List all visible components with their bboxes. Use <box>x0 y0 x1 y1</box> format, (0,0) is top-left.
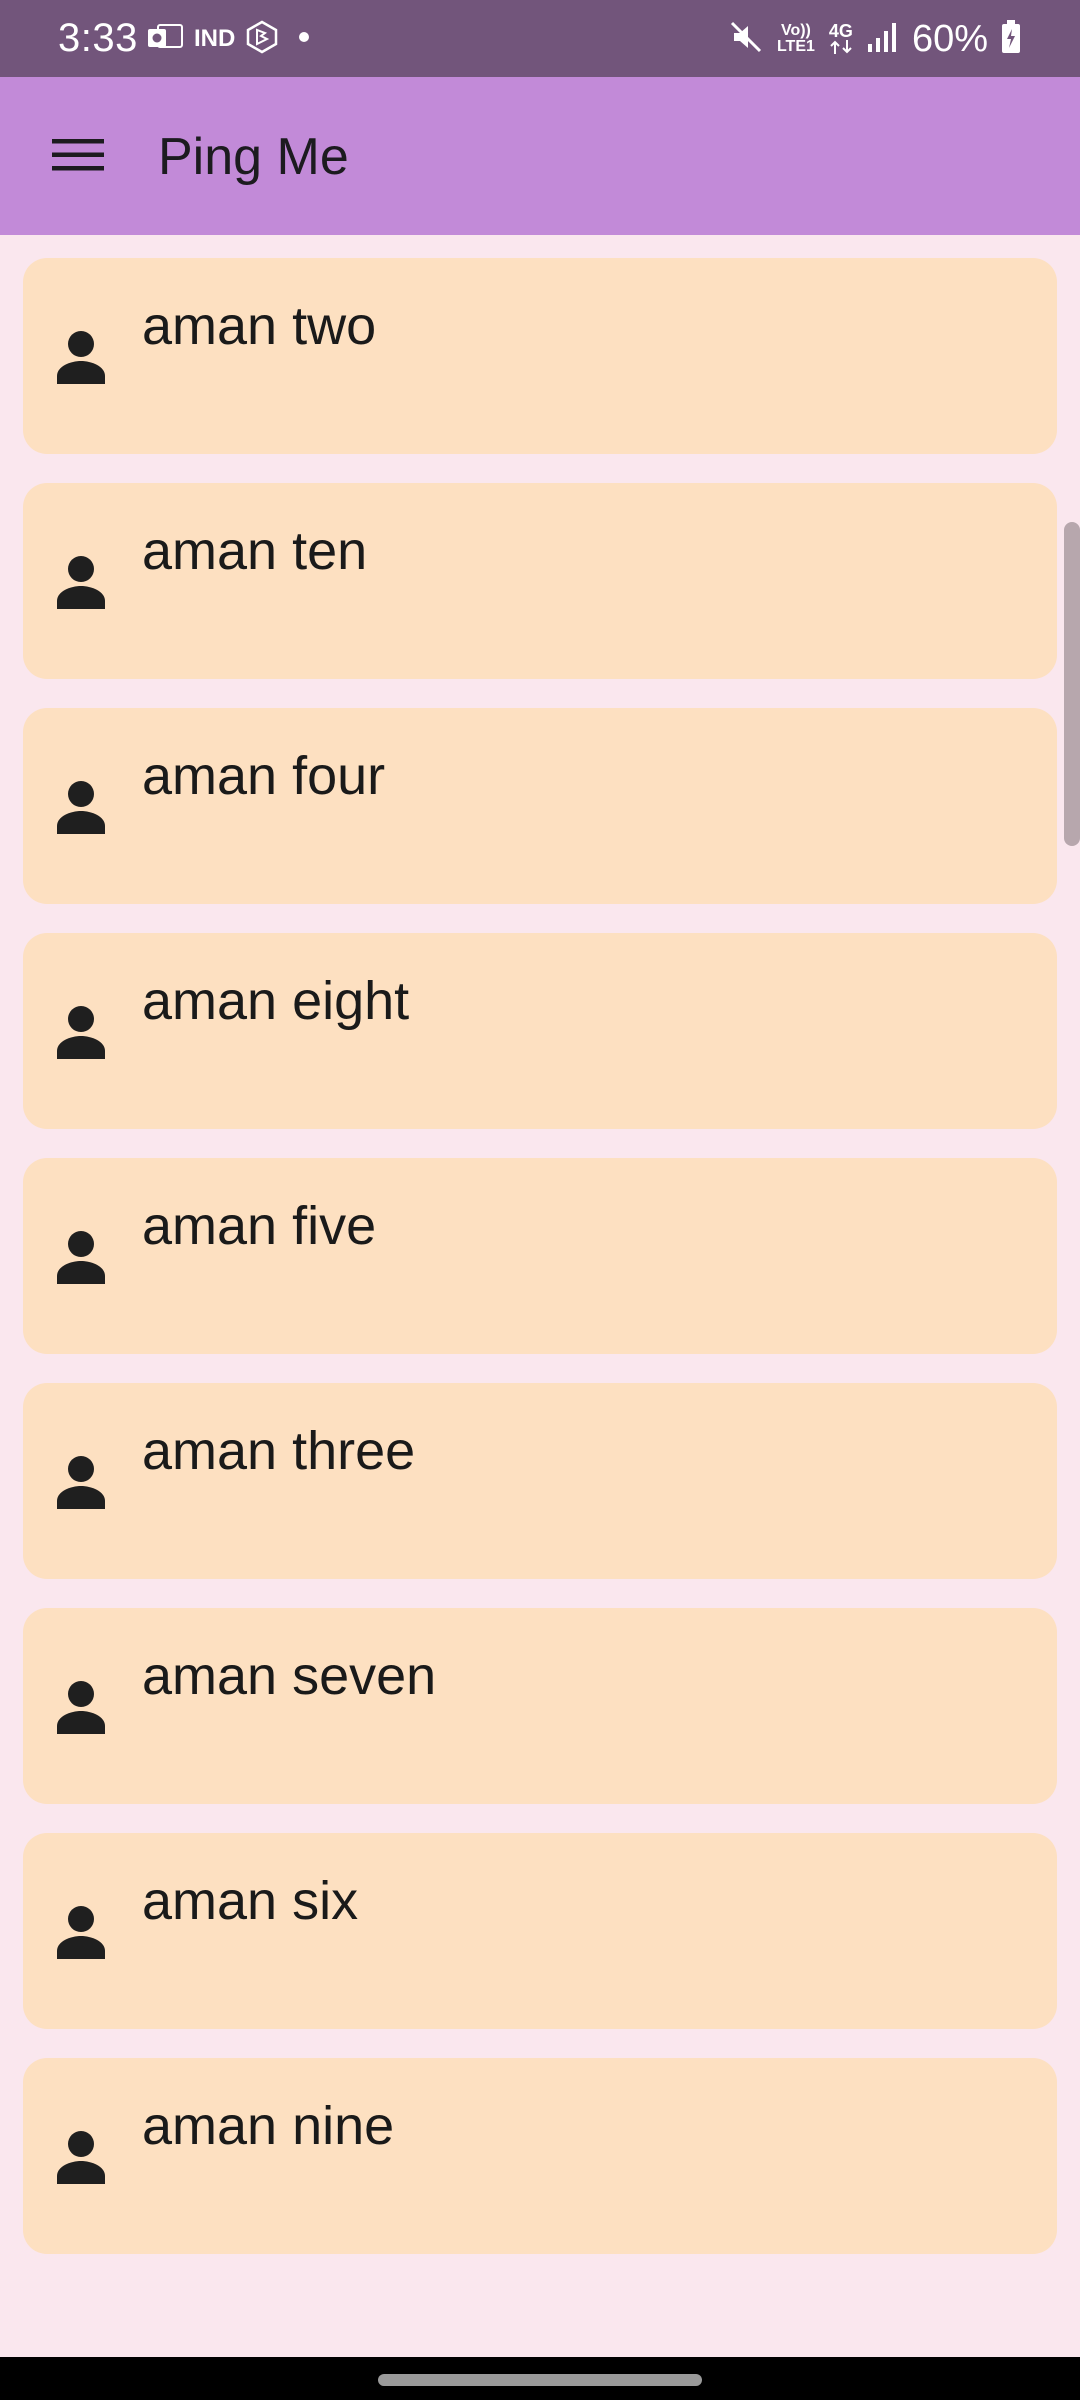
navigation-bar <box>0 2357 1080 2400</box>
outlook-icon <box>146 21 184 58</box>
contact-name: aman three <box>142 1421 416 1481</box>
person-icon <box>53 776 109 836</box>
carrier-icon: IND <box>194 25 236 52</box>
battery-icon <box>1000 19 1022 60</box>
scrollbar[interactable] <box>1064 522 1080 846</box>
4g-data-icon: 4G <box>828 21 854 55</box>
person-icon <box>53 1451 109 1511</box>
contact-card[interactable]: aman eight <box>23 933 1057 1129</box>
volte-icon: Vo)) LTE1 <box>776 22 815 55</box>
contact-name: aman six <box>142 1871 359 1931</box>
battery-percent: 60% <box>911 18 988 60</box>
contact-name: aman seven <box>142 1646 437 1706</box>
contact-card[interactable]: aman four <box>23 708 1057 904</box>
contact-card[interactable]: aman two <box>23 258 1057 454</box>
contact-name: aman eight <box>142 971 410 1031</box>
contact-card[interactable]: aman three <box>23 1383 1057 1579</box>
hamburger-menu-icon <box>50 135 106 180</box>
contact-card[interactable]: aman nine <box>23 2058 1057 2254</box>
contact-name: aman nine <box>142 2096 395 2156</box>
notification-dot-icon <box>289 22 319 57</box>
bing-icon <box>245 20 279 59</box>
page-title: Ping Me <box>158 128 349 186</box>
person-icon <box>53 551 109 611</box>
status-bar: 3:33 IND Vo)) LTE1 4G 60% <box>0 0 1080 77</box>
person-icon <box>53 1901 109 1961</box>
contact-card[interactable]: aman ten <box>23 483 1057 679</box>
contact-list: aman two aman ten aman four aman eight a… <box>23 258 1057 2283</box>
contact-name: aman four <box>142 746 386 806</box>
contact-card[interactable]: aman five <box>23 1158 1057 1354</box>
menu-button[interactable] <box>38 117 118 197</box>
signal-icon <box>866 20 900 59</box>
4g-label: 4G <box>828 21 853 41</box>
app-bar: Ping Me <box>0 77 1080 235</box>
contact-card[interactable]: aman six <box>23 1833 1057 2029</box>
contact-card[interactable]: aman seven <box>23 1608 1057 1804</box>
person-icon <box>53 326 109 386</box>
status-left-icons: IND <box>146 18 319 60</box>
mute-icon <box>728 19 764 60</box>
home-gesture-handle[interactable] <box>378 2374 702 2386</box>
person-icon <box>53 1226 109 1286</box>
person-icon <box>53 1001 109 1061</box>
person-icon <box>53 1676 109 1736</box>
contact-name: aman five <box>142 1196 377 1256</box>
person-icon <box>53 2126 109 2186</box>
contact-name: aman ten <box>142 521 368 581</box>
contact-name: aman two <box>142 296 377 356</box>
status-time: 3:33 <box>58 16 138 60</box>
status-right-icons: Vo)) LTE1 4G 60% <box>728 14 1022 64</box>
